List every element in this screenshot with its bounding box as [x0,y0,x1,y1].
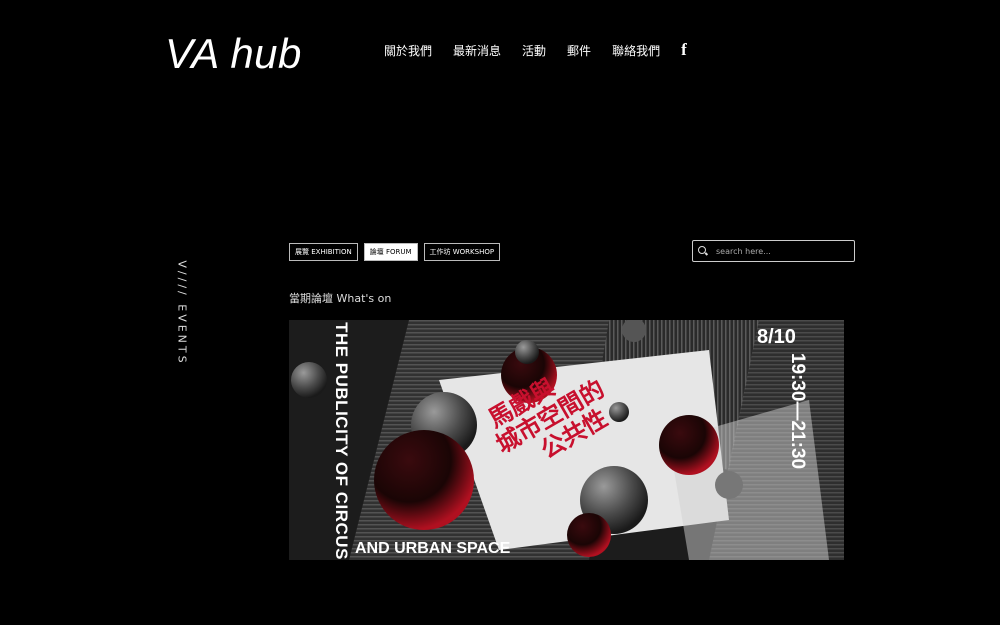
nav-news[interactable]: 最新消息 [453,42,501,59]
events-side-label: V//// EVENTS [172,240,192,385]
poster-title-en: THE PUBLICITY OF CIRCUS [331,322,351,560]
nav-contact[interactable]: 聯絡我們 [612,42,660,59]
events-side-label-text: V//// EVENTS [175,259,189,366]
nav-events[interactable]: 活動 [522,42,546,59]
category-filters: 展覽 EXHIBITION 論壇 FORUM 工作坊 WORKSHOP [289,243,501,261]
section-title: 當期論壇 What's on [289,292,392,305]
poster-title-en-text: THE PUBLICITY OF CIRCUS [332,321,351,560]
filter-exhibition[interactable]: 展覽 EXHIBITION [289,243,358,261]
facebook-icon[interactable]: f [681,40,687,60]
filter-forum[interactable]: 論壇 FORUM [363,243,418,261]
poster-subtitle-en: AND URBAN SPACE [355,540,511,557]
search-icon[interactable] [698,246,708,256]
poster-time: 19:30—21:30 [785,352,809,470]
poster-time-text: 19:30—21:30 [787,352,808,470]
poster-date: 8/10 [757,326,796,348]
event-poster[interactable]: THE PUBLICITY OF CIRCUS AND URBAN SPACE … [289,320,844,560]
main-nav: 關於我們 最新消息 活動 郵件 聯絡我們 f [384,40,687,60]
nav-about[interactable]: 關於我們 [384,42,432,59]
site-logo[interactable]: VA hub [165,30,302,78]
search-box [692,240,855,262]
search-input[interactable] [714,245,848,257]
filter-workshop[interactable]: 工作坊 WORKSHOP [423,243,501,261]
nav-mail[interactable]: 郵件 [567,42,591,59]
